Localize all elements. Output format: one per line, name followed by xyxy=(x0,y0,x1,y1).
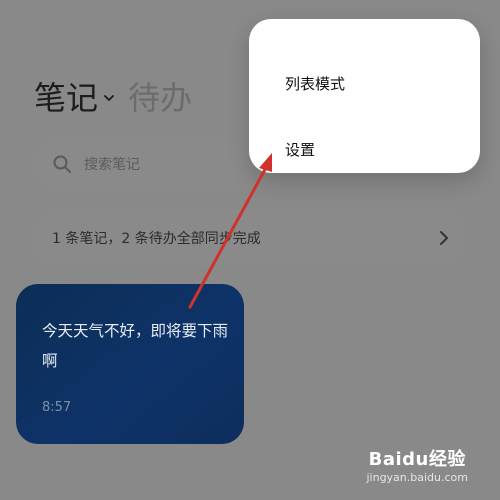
note-card[interactable]: 今天天气不好，即将要下雨啊 8:57 xyxy=(16,284,244,444)
overflow-menu: 列表模式 设置 xyxy=(249,19,480,173)
watermark: Baidu经验 jingyan.baidu.com xyxy=(366,445,468,484)
menu-item-list-mode[interactable]: 列表模式 xyxy=(285,73,345,94)
chevron-right-icon xyxy=(440,231,448,245)
search-icon xyxy=(53,155,71,173)
sync-status-banner[interactable]: 1 条笔记，2 条待办全部同步完成 xyxy=(34,210,466,266)
note-time: 8:57 xyxy=(42,400,72,415)
tab-todo[interactable]: 待办 xyxy=(128,82,192,114)
tab-todo-label: 待办 xyxy=(128,79,193,117)
note-title: 今天天气不好，即将要下雨啊 xyxy=(42,322,229,370)
watermark-url: jingyan.baidu.com xyxy=(366,471,468,484)
menu-item-settings[interactable]: 设置 xyxy=(285,139,315,160)
tab-notes-label: 笔记 xyxy=(34,79,99,117)
sync-status-text: 1 条笔记，2 条待办全部同步完成 xyxy=(52,231,261,247)
header: 笔记 待办 xyxy=(34,74,192,122)
chevron-down-icon xyxy=(104,95,114,101)
search-placeholder: 搜索笔记 xyxy=(84,157,140,173)
watermark-logo: Baidu经验 xyxy=(368,449,466,470)
tab-notes[interactable]: 笔记 xyxy=(34,82,114,114)
